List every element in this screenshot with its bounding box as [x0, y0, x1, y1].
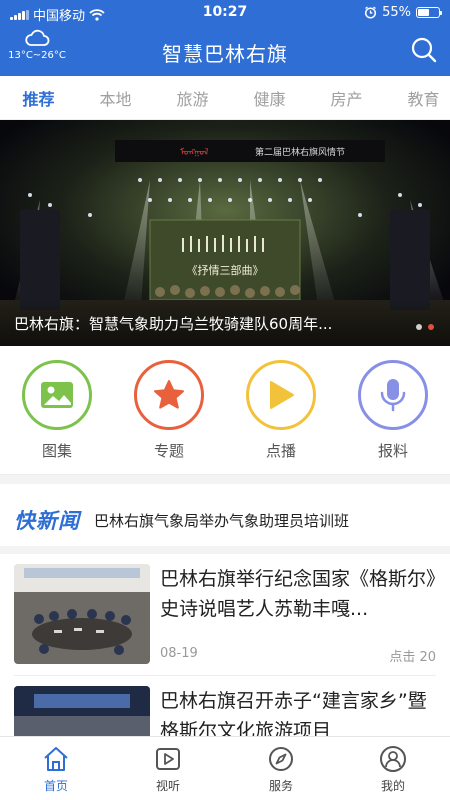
quick-label-vod: 点播 — [265, 442, 296, 460]
battery-level — [418, 9, 429, 16]
quick-gallery[interactable]: 图集 — [21, 360, 93, 461]
news-title[interactable]: 巴林右旗召开赤子“建言家乡”暨格斯尔文化旅游项目 — [160, 686, 438, 736]
news-item[interactable]: 巴林右旗举行纪念国家《格斯尔》史诗说唱艺人苏勒丰嘎... 08-19 点击 20 — [0, 564, 450, 674]
app-title: 智慧巴林右旗 — [162, 42, 288, 66]
news-title[interactable]: 巴林右旗举行纪念国家《格斯尔》史诗说唱艺人苏勒丰嘎... — [160, 564, 438, 624]
tab-local[interactable]: 本地 — [77, 86, 154, 110]
banner-title: 巴林右旗：智慧气象助力乌兰牧骑建队60周年... — [14, 315, 333, 333]
section-separator — [0, 546, 450, 554]
flash-news-bar[interactable]: 快新闻 巴林右旗气象局举办气象助理员培训班 — [0, 495, 450, 545]
news-date: 08-19 — [160, 646, 198, 661]
quick-entries: 图集 专题 点播 报料 — [0, 356, 450, 464]
quick-label-gallery: 图集 — [41, 442, 72, 460]
svg-text:ᠮᠣᠩᠭᠣᠯ: ᠮᠣᠩᠭᠣᠯ — [180, 147, 209, 158]
flash-news-headline[interactable]: 巴林右旗气象局举办气象助理员培训班 — [94, 510, 384, 531]
quick-report[interactable]: 报料 — [357, 360, 429, 461]
nav-profile-label: 我的 — [380, 779, 405, 793]
news-thumbnail — [14, 564, 150, 664]
search-icon[interactable] — [410, 36, 438, 64]
battery-percent: 55% — [382, 5, 411, 20]
tab-travel[interactable]: 旅游 — [154, 86, 231, 110]
topics-button[interactable] — [134, 360, 204, 430]
nav-home[interactable]: 首页 — [16, 745, 96, 794]
nav-profile[interactable]: 我的 — [353, 745, 433, 794]
banner-dot[interactable] — [416, 324, 422, 330]
top-header: 中国移动 10:27 55% 13°C~26°C 智慧巴林右旗 — [0, 0, 450, 76]
nav-home-label: 首页 — [43, 779, 68, 793]
category-tabs: 推荐 本地 旅游 健康 房产 教育 — [0, 76, 450, 120]
tab-realestate[interactable]: 房产 — [308, 86, 385, 110]
tab-recommend[interactable]: 推荐 — [0, 86, 77, 110]
status-right: 55% — [364, 5, 442, 20]
news-item[interactable]: 巴林右旗召开赤子“建言家乡”暨格斯尔文化旅游项目 — [0, 686, 450, 736]
svg-text:第二届巴林右旗风情节: 第二届巴林右旗风情节 — [255, 146, 345, 158]
gallery-button[interactable] — [22, 360, 92, 430]
flash-news-logo: 快新闻 — [14, 509, 80, 533]
nav-services[interactable]: 服务 — [241, 745, 321, 794]
banner-dot-active[interactable] — [428, 324, 434, 330]
compass-icon — [269, 747, 293, 771]
report-button[interactable] — [358, 360, 428, 430]
star-icon — [154, 380, 184, 409]
vod-button[interactable] — [246, 360, 316, 430]
banner-pagination — [416, 324, 434, 330]
tab-education[interactable]: 教育 — [385, 86, 450, 110]
news-views: 点击 20 — [389, 650, 436, 665]
tab-health[interactable]: 健康 — [231, 86, 308, 110]
bottom-navigation: 首页 视听 服务 我的 — [0, 736, 450, 800]
news-divider — [14, 675, 436, 676]
alarm-icon — [365, 6, 377, 19]
play-icon — [270, 381, 294, 409]
microphone-icon — [380, 379, 406, 412]
user-icon — [380, 746, 406, 772]
image-icon — [41, 382, 73, 408]
home-icon — [44, 747, 68, 771]
app-screen: 中国移动 10:27 55% 13°C~26°C 智慧巴林右旗 推荐 本地 旅游… — [0, 0, 450, 800]
nav-video[interactable]: 视听 — [128, 745, 208, 794]
quick-label-report: 报料 — [377, 442, 408, 460]
video-icon — [156, 748, 180, 770]
banner-carousel[interactable]: ᠮᠣᠩᠭᠣᠯ 第二届巴林右旗风情节 《抒情三部曲》 巴林右旗：智慧气象助力乌兰牧… — [0, 120, 450, 346]
nav-video-label: 视听 — [155, 779, 180, 793]
news-thumbnail — [14, 686, 150, 736]
battery-icon — [416, 7, 442, 18]
quick-label-topics: 专题 — [153, 442, 184, 460]
banner-stage-text: 《抒情三部曲》 — [187, 263, 264, 277]
quick-vod[interactable]: 点播 — [245, 360, 317, 461]
section-separator — [0, 474, 450, 484]
status-bar: 中国移动 10:27 55% — [0, 0, 450, 26]
nav-services-label: 服务 — [268, 779, 293, 793]
quick-topics[interactable]: 专题 — [133, 360, 205, 461]
